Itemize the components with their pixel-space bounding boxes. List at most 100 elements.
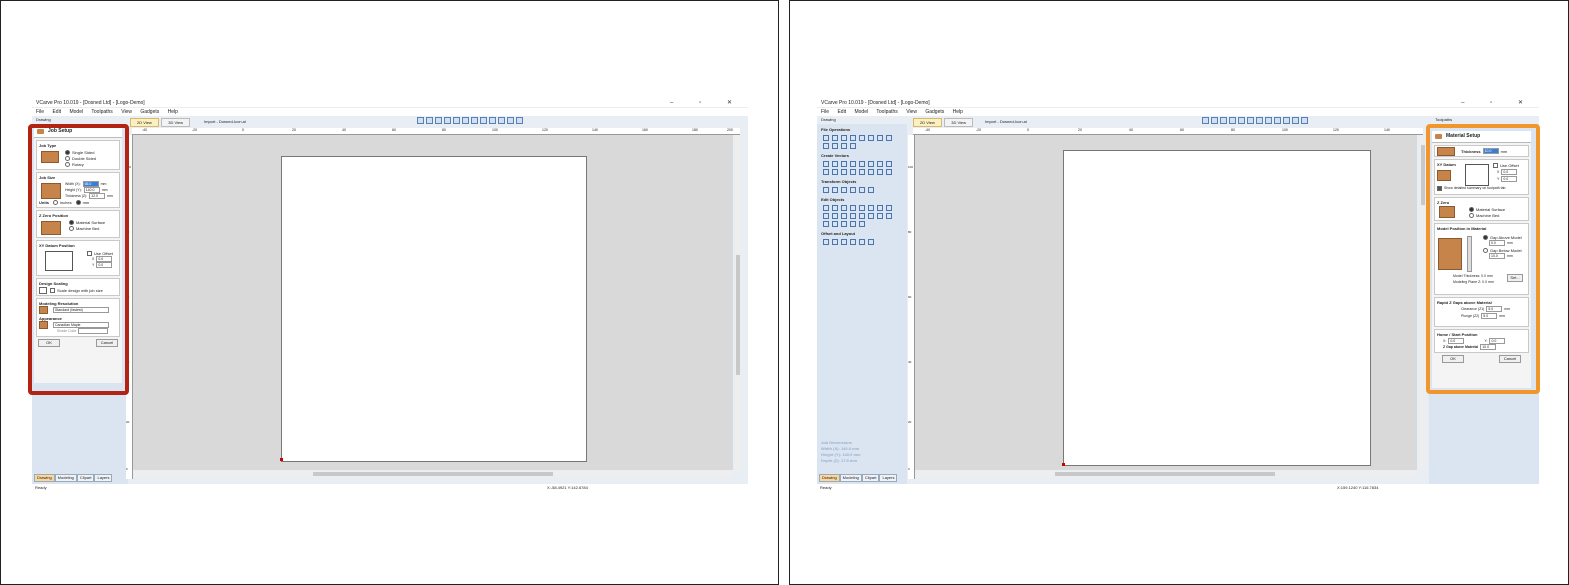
- material-sheet: [281, 156, 587, 462]
- menu-view[interactable]: View: [121, 109, 132, 115]
- window-controls[interactable]: – ▫ ✕: [1461, 99, 1535, 106]
- menu-model[interactable]: Model: [69, 109, 83, 115]
- tab-3d-view[interactable]: 3D View: [161, 118, 191, 127]
- menu-toolpaths[interactable]: Toolpaths: [91, 109, 112, 115]
- drawing-canvas[interactable]: [133, 135, 733, 470]
- vertical-scrollbar[interactable]: [735, 135, 741, 470]
- transform-objects-title: Transform Objects: [821, 179, 857, 184]
- tab-2d-view[interactable]: 2D View: [130, 118, 159, 127]
- offset-layout-icons: [821, 238, 901, 246]
- zoom-extents-icon[interactable]: [417, 117, 424, 124]
- menu-file[interactable]: File: [821, 109, 829, 115]
- group-icon[interactable]: [1247, 117, 1254, 124]
- snap-icon[interactable]: [444, 117, 451, 124]
- table-icon[interactable]: [1292, 117, 1299, 124]
- bottom-tab-layers[interactable]: Layers: [94, 474, 113, 482]
- window-icon[interactable]: [516, 117, 523, 124]
- view-toolbar: [417, 117, 525, 126]
- title-bar: VCarve Pro 10.019 - [Dosned Ltd] - [Logo…: [817, 98, 1539, 107]
- zoom-box-icon[interactable]: [426, 117, 433, 124]
- align-icon[interactable]: [1238, 117, 1245, 124]
- bottom-tab-clipart[interactable]: Clipart: [76, 474, 95, 482]
- grid-icon[interactable]: [1220, 117, 1227, 124]
- right-screenshot-frame: VCarve Pro 10.019 - [Dosned Ltd] - [Logo…: [789, 0, 1569, 585]
- drawing-panel: File Operations Create Vectors Transform…: [817, 124, 907, 484]
- title-bar: VCarve Pro 10.019 - [Dosned Ltd] - [Logo…: [32, 98, 748, 107]
- panel-title: Drawing: [821, 117, 836, 122]
- material-sheet: [1063, 150, 1371, 466]
- grid-icon[interactable]: [435, 117, 442, 124]
- job-dimensions: Job Dimensions Width (X): 140.0 mm Heigh…: [821, 440, 861, 463]
- window-icon[interactable]: [1301, 117, 1308, 124]
- offset-layout-title: Offset and Layout: [821, 231, 856, 236]
- group-icon[interactable]: [462, 117, 469, 124]
- create-vectors-icons: [821, 160, 901, 176]
- tab-3d-view[interactable]: 3D View: [944, 118, 974, 127]
- light-icon[interactable]: [1283, 117, 1290, 124]
- status-bar: Ready X:-58.4921 Y:142.6784: [32, 484, 748, 491]
- edit-objects-icons: [821, 204, 901, 228]
- create-vectors-title: Create Vectors: [821, 153, 850, 158]
- snap-icon[interactable]: [1229, 117, 1236, 124]
- menu-edit[interactable]: Edit: [52, 109, 61, 115]
- ungroup-icon[interactable]: [1256, 117, 1263, 124]
- bottom-tab-drawing[interactable]: Drawing: [34, 474, 55, 482]
- vertical-ruler: 100 80 60 40 20 0: [908, 135, 915, 479]
- import-label[interactable]: Import - Dosned-Icon.ai: [985, 119, 1027, 124]
- window-controls[interactable]: – ▫ ✕: [670, 99, 744, 106]
- window-title: VCarve Pro 10.019 - [Dosned Ltd] - [Logo…: [36, 100, 145, 106]
- bottom-tab-modeling[interactable]: Modeling: [839, 474, 862, 482]
- window-title: VCarve Pro 10.019 - [Dosned Ltd] - [Logo…: [821, 100, 930, 106]
- menu-gadgets[interactable]: Gadgets: [140, 109, 159, 115]
- menu-edit[interactable]: Edit: [837, 109, 846, 115]
- layers-icon[interactable]: [1274, 117, 1281, 124]
- horizontal-scrollbar[interactable]: [133, 471, 733, 477]
- horizontal-ruler: -40 -20 0 20 40 60 80 100 120 140: [913, 128, 1423, 135]
- status-coords: X:-58.4921 Y:142.6784: [547, 485, 588, 490]
- origin-marker: [280, 458, 283, 461]
- bottom-tab-clipart[interactable]: Clipart: [861, 474, 880, 482]
- left-screenshot-frame: VCarve Pro 10.019 - [Dosned Ltd] - [Logo…: [0, 0, 779, 585]
- menu-file[interactable]: File: [36, 109, 44, 115]
- menu-bar: File Edit Model Toolpaths View Gadgets H…: [32, 108, 748, 116]
- file-operations-title: File Operations: [821, 127, 851, 132]
- light-icon[interactable]: [498, 117, 505, 124]
- horizontal-scrollbar[interactable]: [915, 471, 1417, 477]
- menu-view[interactable]: View: [906, 109, 917, 115]
- menu-gadgets[interactable]: Gadgets: [925, 109, 944, 115]
- layers-icon[interactable]: [489, 117, 496, 124]
- menu-model[interactable]: Model: [854, 109, 868, 115]
- menu-help[interactable]: Help: [168, 109, 178, 115]
- menu-toolpaths[interactable]: Toolpaths: [876, 109, 897, 115]
- bottom-tab-drawing[interactable]: Drawing: [819, 474, 840, 482]
- horizontal-ruler: -40 -20 0 20 40 60 80 100 120 140 160 18…: [132, 128, 740, 135]
- zoom-box-icon[interactable]: [1211, 117, 1218, 124]
- toolpaths-panel-title: Toolpaths: [1435, 117, 1453, 122]
- ungroup-icon[interactable]: [471, 117, 478, 124]
- panel-title: Drawing: [36, 117, 51, 122]
- bottom-tab-layers[interactable]: Layers: [879, 474, 898, 482]
- view-toolbar: [1202, 117, 1310, 126]
- status-bar: Ready X:159.1240 Y:116.7834: [817, 484, 1539, 491]
- edit-objects-title: Edit Objects: [821, 197, 845, 202]
- status-coords: X:159.1240 Y:116.7834: [1337, 485, 1379, 490]
- file-operations-icons: [821, 134, 901, 150]
- menu-help[interactable]: Help: [953, 109, 963, 115]
- left-app-window: VCarve Pro 10.019 - [Dosned Ltd] - [Logo…: [32, 98, 748, 491]
- origin-marker: [1062, 463, 1065, 466]
- job-setup-highlight: [28, 124, 129, 395]
- zoom-extents-icon[interactable]: [1202, 117, 1209, 124]
- align-icon[interactable]: [453, 117, 460, 124]
- bottom-tab-modeling[interactable]: Modeling: [54, 474, 77, 482]
- tab-2d-view[interactable]: 2D View: [913, 118, 942, 127]
- status-ready: Ready: [820, 485, 832, 490]
- transform-objects-icons: [821, 186, 901, 194]
- table-icon[interactable]: [507, 117, 514, 124]
- status-ready: Ready: [35, 485, 47, 490]
- toolpath-icon[interactable]: [480, 117, 487, 124]
- drawing-canvas[interactable]: [915, 135, 1417, 470]
- toolpath-icon[interactable]: [1265, 117, 1272, 124]
- import-label[interactable]: Import - Dosned-Icon.ai: [204, 119, 246, 124]
- material-setup-highlight: [1426, 124, 1540, 394]
- menu-bar: File Edit Model Toolpaths View Gadgets H…: [817, 108, 1539, 116]
